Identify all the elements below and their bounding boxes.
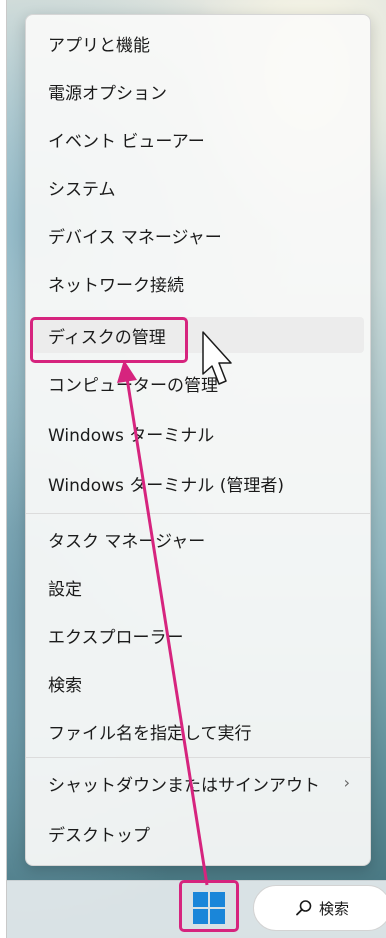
menu-item-windows-terminal[interactable]: Windows ターミナル xyxy=(32,415,364,451)
menu-item-label: 検索 xyxy=(48,675,82,696)
menu-item-label: ネットワーク接続 xyxy=(48,275,184,296)
menu-item-windows-terminal-admin[interactable]: Windows ターミナル (管理者) xyxy=(32,465,364,501)
menu-item-label: シャットダウンまたはサインアウト xyxy=(48,775,320,796)
menu-item-label: エクスプローラー xyxy=(48,627,184,648)
chevron-right-icon: › xyxy=(343,773,350,792)
menu-item-system[interactable]: システム xyxy=(32,169,364,205)
menu-item-label: システム xyxy=(48,179,116,200)
menu-item-desktop[interactable]: デスクトップ xyxy=(32,815,364,851)
menu-item-label: 電源オプション xyxy=(48,83,167,104)
search-label: 検索 xyxy=(318,899,349,918)
menu-item-file-explorer[interactable]: エクスプローラー xyxy=(32,617,364,653)
menu-divider xyxy=(26,757,370,758)
menu-item-shutdown-or-signout[interactable]: シャットダウンまたはサインアウト › xyxy=(32,765,364,801)
desktop-background: アプリと機能 電源オプション イベント ビューアー システム デバイス マネージ… xyxy=(6,0,386,938)
menu-divider xyxy=(26,513,370,514)
menu-item-label: デスクトップ xyxy=(48,825,150,846)
menu-item-label: 設定 xyxy=(48,579,82,600)
winx-context-menu: アプリと機能 電源オプション イベント ビューアー システム デバイス マネージ… xyxy=(25,14,371,866)
disk-management-highlight-box xyxy=(30,317,188,363)
menu-item-network-connections[interactable]: ネットワーク接続 xyxy=(32,265,364,301)
search-icon xyxy=(296,900,312,916)
menu-item-label: タスク マネージャー xyxy=(48,531,206,552)
menu-item-label: イベント ビューアー xyxy=(48,131,205,152)
menu-item-task-manager[interactable]: タスク マネージャー xyxy=(32,521,364,557)
menu-item-settings[interactable]: 設定 xyxy=(32,569,364,605)
menu-item-label: Windows ターミナル (管理者) xyxy=(48,475,284,496)
menu-item-search[interactable]: 検索 xyxy=(32,665,364,701)
start-button-highlight-box xyxy=(179,880,239,932)
menu-item-computer-management[interactable]: コンピューターの管理 xyxy=(32,365,364,401)
menu-item-run[interactable]: ファイル名を指定して実行 xyxy=(32,713,364,749)
menu-item-label: デバイス マネージャー xyxy=(48,227,222,248)
menu-item-apps-and-features[interactable]: アプリと機能 xyxy=(32,25,364,61)
menu-item-event-viewer[interactable]: イベント ビューアー xyxy=(32,121,364,157)
menu-item-device-manager[interactable]: デバイス マネージャー xyxy=(32,217,364,253)
menu-item-label: Windows ターミナル xyxy=(48,425,215,446)
taskbar-search-button[interactable]: 検索 xyxy=(253,885,386,931)
menu-item-label: アプリと機能 xyxy=(48,35,150,56)
menu-item-label: コンピューターの管理 xyxy=(48,375,218,396)
menu-item-power-options[interactable]: 電源オプション xyxy=(32,73,364,109)
menu-item-label: ファイル名を指定して実行 xyxy=(48,723,252,744)
